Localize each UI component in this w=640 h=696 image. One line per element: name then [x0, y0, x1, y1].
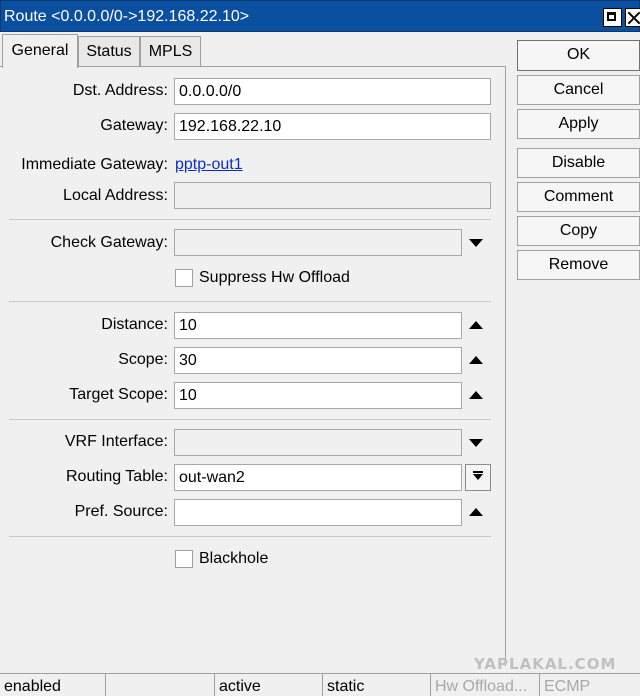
suppress-hw-offload-checkbox[interactable]: [175, 269, 193, 287]
distance-label: Distance:: [101, 316, 168, 333]
vrf-interface-label: VRF Interface:: [64, 433, 168, 450]
routing-table-field[interactable]: out-wan2: [174, 464, 462, 491]
scope-field[interactable]: 30: [174, 347, 462, 374]
gateway-field[interactable]: 192.168.22.10: [174, 113, 491, 140]
status-state: enabled: [0, 674, 106, 696]
separator: [9, 536, 491, 537]
watermark: YAPLAKAL.COM: [474, 655, 617, 673]
apply-button[interactable]: Apply: [517, 109, 640, 139]
window-title: Route <0.0.0.0/0->192.168.22.10>: [4, 8, 250, 25]
tab-status[interactable]: Status: [78, 36, 140, 66]
copy-button[interactable]: Copy: [517, 216, 640, 246]
window-titlebar: Route <0.0.0.0/0->192.168.22.10>: [0, 0, 640, 32]
tab-mpls[interactable]: MPLS: [140, 36, 201, 66]
tab-general[interactable]: General: [2, 34, 78, 68]
blackhole-label: Blackhole: [199, 550, 269, 567]
separator: [9, 219, 491, 220]
pref-source-spin-icon[interactable]: [469, 508, 483, 516]
status-type: static: [323, 674, 431, 696]
dst-address-field[interactable]: 0.0.0.0/0: [174, 78, 491, 105]
routing-table-label: Routing Table:: [66, 468, 168, 485]
cancel-button[interactable]: Cancel: [517, 75, 640, 105]
immediate-gateway-link[interactable]: pptp-out1: [175, 156, 243, 174]
suppress-hw-offload-label: Suppress Hw Offload: [199, 269, 350, 286]
target-scope-spin-icon[interactable]: [469, 391, 483, 399]
local-address-label: Local Address:: [63, 187, 168, 204]
ok-button[interactable]: OK: [517, 40, 640, 71]
check-gateway-label: Check Gateway:: [50, 234, 168, 251]
dst-address-label: Dst. Address:: [72, 82, 168, 99]
scope-spin-icon[interactable]: [469, 356, 483, 364]
target-scope-label: Target Scope:: [69, 386, 168, 403]
distance-spin-icon[interactable]: [469, 321, 483, 329]
status-bar: enabled active static Hw Offload... ECMP: [0, 673, 640, 696]
gateway-label: Gateway:: [100, 117, 168, 134]
maximize-icon[interactable]: [603, 8, 622, 27]
separator: [9, 301, 491, 302]
routing-table-combo-icon[interactable]: [465, 464, 491, 491]
remove-button[interactable]: Remove: [517, 250, 640, 280]
pref-source-field[interactable]: [174, 499, 462, 526]
disable-button[interactable]: Disable: [517, 148, 640, 178]
target-scope-field[interactable]: 10: [174, 382, 462, 409]
status-active: active: [215, 674, 323, 696]
check-gateway-dropdown-icon[interactable]: [469, 239, 483, 247]
immediate-gateway-label: Immediate Gateway:: [21, 156, 168, 173]
separator: [9, 419, 491, 420]
distance-field[interactable]: 10: [174, 312, 462, 339]
close-icon[interactable]: [625, 8, 640, 27]
status-blank: [106, 674, 215, 696]
vrf-interface-dropdown-icon[interactable]: [469, 439, 483, 447]
status-hw-offload: Hw Offload...: [431, 674, 540, 696]
pref-source-label: Pref. Source:: [74, 503, 168, 520]
blackhole-checkbox[interactable]: [175, 550, 193, 568]
scope-label: Scope:: [118, 351, 168, 368]
status-ecmp: ECMP: [544, 678, 591, 695]
local-address-field: [174, 182, 491, 209]
comment-button[interactable]: Comment: [517, 182, 640, 212]
vrf-interface-field[interactable]: [174, 429, 462, 456]
check-gateway-field[interactable]: [174, 229, 462, 256]
